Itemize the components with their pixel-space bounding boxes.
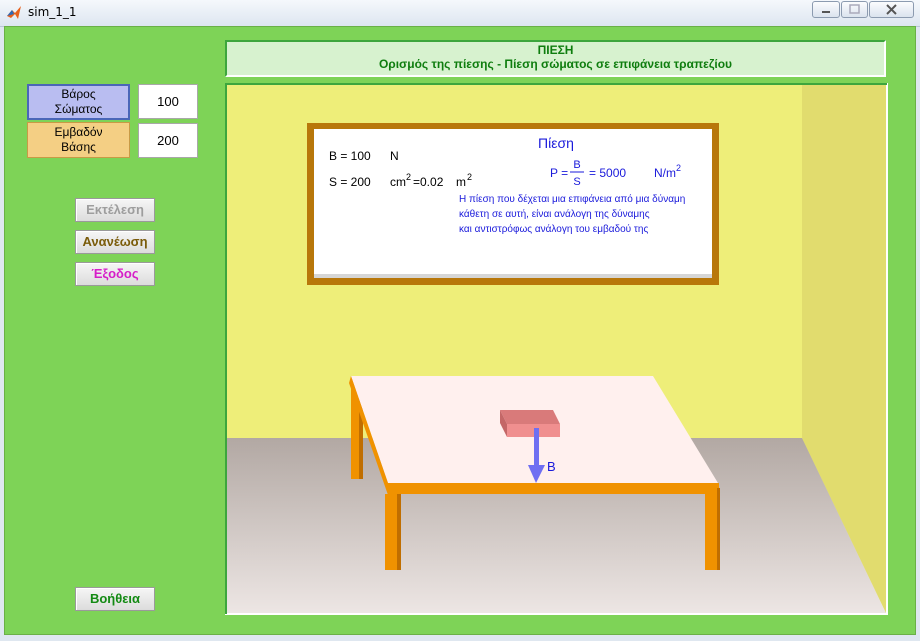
board-area-line: S = 200 <box>329 175 371 189</box>
title-bar: sim_1_1 <box>0 0 920 27</box>
formula-unit-sup: 2 <box>676 163 681 173</box>
simulation-scene: Πίεση B = 100 N S = 200 cm 2 =0.02 m 2 P… <box>225 83 888 615</box>
matlab-icon <box>7 6 21 19</box>
board-weight-line: B = 100 <box>329 149 371 163</box>
board-title: Πίεση <box>538 135 574 151</box>
page-subtitle: Ορισμός της πίεσης - Πίεση σώματος σε επ… <box>378 57 733 71</box>
refresh-button[interactable]: Ανανέωση <box>75 230 155 254</box>
formula-result: = 5000 <box>589 166 626 180</box>
help-button[interactable]: Βοήθεια <box>75 587 155 611</box>
minimize-icon <box>822 11 830 13</box>
page-title: ΠΙΕΣΗ <box>537 43 574 57</box>
area-input[interactable]: 200 <box>138 123 198 158</box>
table-leg-front-right <box>705 494 717 570</box>
formula-p: P = <box>550 166 568 180</box>
run-button[interactable]: Εκτέλεση <box>75 198 155 222</box>
board-area-unit-cm: cm <box>390 175 406 189</box>
board-area-unit-m-sup: 2 <box>467 172 472 182</box>
weight-label: Βάρος Σώματος <box>27 84 130 120</box>
force-label: B <box>547 459 556 474</box>
board-weight-unit: N <box>390 149 399 163</box>
block-front <box>507 424 560 437</box>
board-area-convert: =0.02 <box>413 175 444 189</box>
board-area-unit-m: m <box>456 175 466 189</box>
formula-unit: N/m <box>654 166 676 180</box>
table-edge-front <box>388 483 719 494</box>
description-line-3: και αντιστρόφως ανάλογη του εμβαδού της <box>459 223 648 235</box>
table-leg-front-left <box>385 494 397 570</box>
weight-label-line2: Σώματος <box>54 102 103 116</box>
formula-denominator: S <box>573 176 580 188</box>
description-line-2: κάθετη σε αυτή, είναι ανάλογη της δύναμη… <box>459 208 650 220</box>
area-label-line1: Εμβαδόν <box>54 125 103 139</box>
area-label-line2: Βάσης <box>61 140 96 154</box>
maximize-icon <box>849 4 860 14</box>
exit-button[interactable]: Έξοδος <box>75 262 155 286</box>
area-label: Εμβαδόν Βάσης <box>27 122 130 158</box>
window-title: sim_1_1 <box>28 5 77 19</box>
formula-numerator: B <box>573 159 580 171</box>
close-icon <box>886 4 897 15</box>
block <box>500 410 560 437</box>
block-top <box>500 410 560 424</box>
description-line-1: Η πίεση που δέχεται μια επιφάνεια από μι… <box>459 193 685 205</box>
board-area-unit-cm-sup: 2 <box>406 172 411 182</box>
minimize-button[interactable] <box>812 1 840 18</box>
close-button[interactable] <box>869 1 914 18</box>
weight-label-line1: Βάρος <box>61 87 96 101</box>
maximize-button[interactable] <box>841 1 868 18</box>
header-panel: ΠΙΕΣΗ Ορισμός της πίεσης - Πίεση σώματος… <box>225 40 886 77</box>
weight-input[interactable]: 100 <box>138 84 198 119</box>
